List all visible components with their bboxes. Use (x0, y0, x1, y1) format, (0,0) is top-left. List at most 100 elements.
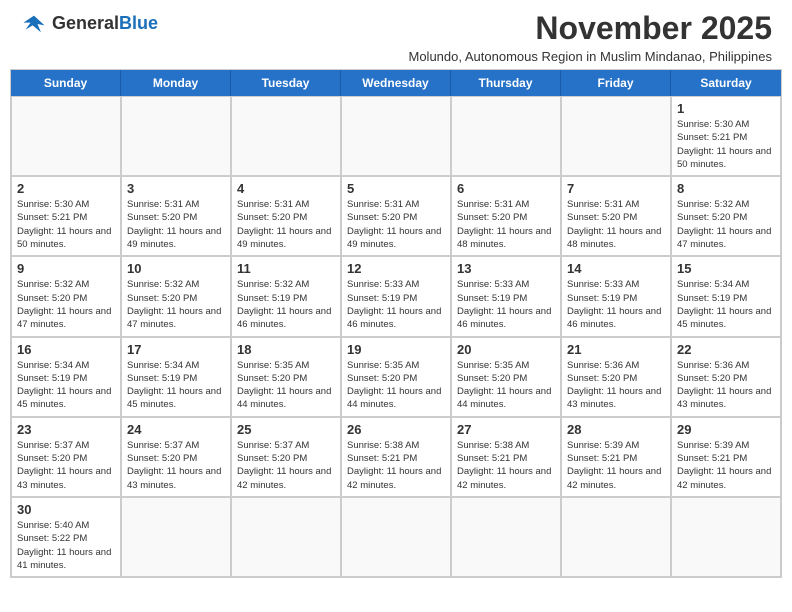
cell-day-number: 27 (457, 422, 555, 437)
cell-day-number: 12 (347, 261, 445, 276)
day-header-wednesday: Wednesday (341, 70, 451, 96)
cell-info: Sunrise: 5:38 AM Sunset: 5:21 PM Dayligh… (347, 439, 445, 492)
cell-day-number: 15 (677, 261, 775, 276)
cell-info: Sunrise: 5:36 AM Sunset: 5:20 PM Dayligh… (677, 359, 775, 412)
cell-day-number: 1 (677, 101, 775, 116)
calendar-cell (451, 497, 561, 577)
title-section: November 2025 Molundo, Autonomous Region… (158, 10, 772, 64)
cell-day-number: 25 (237, 422, 335, 437)
cell-info: Sunrise: 5:37 AM Sunset: 5:20 PM Dayligh… (237, 439, 335, 492)
calendar-cell: 13 Sunrise: 5:33 AM Sunset: 5:19 PM Dayli… (451, 256, 561, 336)
day-header-friday: Friday (561, 70, 671, 96)
cell-day-number: 6 (457, 181, 555, 196)
cell-info: Sunrise: 5:31 AM Sunset: 5:20 PM Dayligh… (237, 198, 335, 251)
calendar-cell: 23 Sunrise: 5:37 AM Sunset: 5:20 PM Dayli… (11, 417, 121, 497)
cell-day-number: 28 (567, 422, 665, 437)
calendar-cell (231, 497, 341, 577)
calendar-cell: 8 Sunrise: 5:32 AM Sunset: 5:20 PM Daylig… (671, 176, 781, 256)
cell-info: Sunrise: 5:32 AM Sunset: 5:20 PM Dayligh… (17, 278, 115, 331)
page-header: GeneralBlue November 2025 Molundo, Auton… (0, 0, 792, 69)
cell-day-number: 21 (567, 342, 665, 357)
calendar-cell (671, 497, 781, 577)
cell-info: Sunrise: 5:31 AM Sunset: 5:20 PM Dayligh… (127, 198, 225, 251)
calendar-cell: 7Sunrise: 5:31 AM Sunset: 5:20 PM Daylig… (561, 176, 671, 256)
calendar-cell: 19 Sunrise: 5:35 AM Sunset: 5:20 PM Dayli… (341, 337, 451, 417)
logo-icon (20, 10, 48, 38)
calendar-cell: 29 Sunrise: 5:39 AM Sunset: 5:21 PM Dayli… (671, 417, 781, 497)
calendar-cell: 18 Sunrise: 5:35 AM Sunset: 5:20 PM Dayli… (231, 337, 341, 417)
calendar-cell: 6 Sunrise: 5:31 AM Sunset: 5:20 PM Daylig… (451, 176, 561, 256)
calendar-cell: 21Sunrise: 5:36 AM Sunset: 5:20 PM Dayli… (561, 337, 671, 417)
calendar-cell (121, 96, 231, 176)
cell-day-number: 10 (127, 261, 225, 276)
calendar-cell: 22 Sunrise: 5:36 AM Sunset: 5:20 PM Dayli… (671, 337, 781, 417)
logo-text: GeneralBlue (52, 14, 158, 34)
calendar-cell: 5Sunrise: 5:31 AM Sunset: 5:20 PM Daylig… (341, 176, 451, 256)
calendar-cell: 17 Sunrise: 5:34 AM Sunset: 5:19 PM Dayli… (121, 337, 231, 417)
cell-day-number: 18 (237, 342, 335, 357)
logo: GeneralBlue (20, 10, 158, 38)
cell-info: Sunrise: 5:35 AM Sunset: 5:20 PM Dayligh… (457, 359, 555, 412)
calendar-cell (451, 96, 561, 176)
cell-day-number: 17 (127, 342, 225, 357)
calendar-cell: 1Sunrise: 5:30 AM Sunset: 5:21 PM Daylig… (671, 96, 781, 176)
cell-info: Sunrise: 5:38 AM Sunset: 5:21 PM Dayligh… (457, 439, 555, 492)
calendar-cell: 27 Sunrise: 5:38 AM Sunset: 5:21 PM Dayli… (451, 417, 561, 497)
calendar-cell: 28 Sunrise: 5:39 AM Sunset: 5:21 PM Dayli… (561, 417, 671, 497)
day-headers: SundayMondayTuesdayWednesdayThursdayFrid… (11, 70, 781, 96)
calendar-cell: 3 Sunrise: 5:31 AM Sunset: 5:20 PM Daylig… (121, 176, 231, 256)
cell-info: Sunrise: 5:32 AM Sunset: 5:19 PM Dayligh… (237, 278, 335, 331)
cell-day-number: 29 (677, 422, 775, 437)
calendar-cell (341, 96, 451, 176)
cell-info: Sunrise: 5:34 AM Sunset: 5:19 PM Dayligh… (17, 359, 115, 412)
calendar-cell (121, 497, 231, 577)
cell-day-number: 24 (127, 422, 225, 437)
calendar-cell: 14Sunrise: 5:33 AM Sunset: 5:19 PM Dayli… (561, 256, 671, 336)
cell-info: Sunrise: 5:33 AM Sunset: 5:19 PM Dayligh… (567, 278, 665, 331)
cell-info: Sunrise: 5:33 AM Sunset: 5:19 PM Dayligh… (347, 278, 445, 331)
cell-info: Sunrise: 5:31 AM Sunset: 5:20 PM Dayligh… (457, 198, 555, 251)
cell-day-number: 23 (17, 422, 115, 437)
day-header-sunday: Sunday (11, 70, 121, 96)
cell-day-number: 3 (127, 181, 225, 196)
logo-blue: Blue (119, 13, 158, 33)
cell-info: Sunrise: 5:37 AM Sunset: 5:20 PM Dayligh… (17, 439, 115, 492)
calendar-cell (341, 497, 451, 577)
calendar-cell: 2Sunrise: 5:30 AM Sunset: 5:21 PM Daylig… (11, 176, 121, 256)
cell-day-number: 26 (347, 422, 445, 437)
calendar-cell: 12 Sunrise: 5:33 AM Sunset: 5:19 PM Dayli… (341, 256, 451, 336)
calendar-cell: 16Sunrise: 5:34 AM Sunset: 5:19 PM Dayli… (11, 337, 121, 417)
cell-info: Sunrise: 5:34 AM Sunset: 5:19 PM Dayligh… (127, 359, 225, 412)
calendar-cell: 24 Sunrise: 5:37 AM Sunset: 5:20 PM Dayli… (121, 417, 231, 497)
calendar-cell (561, 96, 671, 176)
calendar-cell (561, 497, 671, 577)
cell-info: Sunrise: 5:35 AM Sunset: 5:20 PM Dayligh… (237, 359, 335, 412)
cell-info: Sunrise: 5:35 AM Sunset: 5:20 PM Dayligh… (347, 359, 445, 412)
cell-day-number: 11 (237, 261, 335, 276)
cell-info: Sunrise: 5:33 AM Sunset: 5:19 PM Dayligh… (457, 278, 555, 331)
day-header-tuesday: Tuesday (231, 70, 341, 96)
calendar-cell: 11 Sunrise: 5:32 AM Sunset: 5:19 PM Dayli… (231, 256, 341, 336)
cell-info: Sunrise: 5:32 AM Sunset: 5:20 PM Dayligh… (677, 198, 775, 251)
cell-day-number: 9 (17, 261, 115, 276)
cell-info: Sunrise: 5:39 AM Sunset: 5:21 PM Dayligh… (567, 439, 665, 492)
cell-info: Sunrise: 5:37 AM Sunset: 5:20 PM Dayligh… (127, 439, 225, 492)
calendar-cell: 30Sunrise: 5:40 AM Sunset: 5:22 PM Dayli… (11, 497, 121, 577)
cell-day-number: 7 (567, 181, 665, 196)
cell-day-number: 30 (17, 502, 115, 517)
cell-info: Sunrise: 5:39 AM Sunset: 5:21 PM Dayligh… (677, 439, 775, 492)
cell-day-number: 19 (347, 342, 445, 357)
cell-info: Sunrise: 5:30 AM Sunset: 5:21 PM Dayligh… (17, 198, 115, 251)
calendar-cell: 26 Sunrise: 5:38 AM Sunset: 5:21 PM Dayli… (341, 417, 451, 497)
calendar-cell: 15Sunrise: 5:34 AM Sunset: 5:19 PM Dayli… (671, 256, 781, 336)
calendar-cell (11, 96, 121, 176)
cell-day-number: 13 (457, 261, 555, 276)
cell-info: Sunrise: 5:31 AM Sunset: 5:20 PM Dayligh… (347, 198, 445, 251)
cell-day-number: 8 (677, 181, 775, 196)
day-header-thursday: Thursday (451, 70, 561, 96)
calendar-grid: 1 Sunrise: 5:30 AM Sunset: 5:21 PM Daylig… (11, 96, 781, 577)
month-title: November 2025 (158, 10, 772, 47)
cell-day-number: 22 (677, 342, 775, 357)
calendar-cell: 9 Sunrise: 5:32 AM Sunset: 5:20 PM Daylig… (11, 256, 121, 336)
calendar-cell: 20Sunrise: 5:35 AM Sunset: 5:20 PM Dayli… (451, 337, 561, 417)
